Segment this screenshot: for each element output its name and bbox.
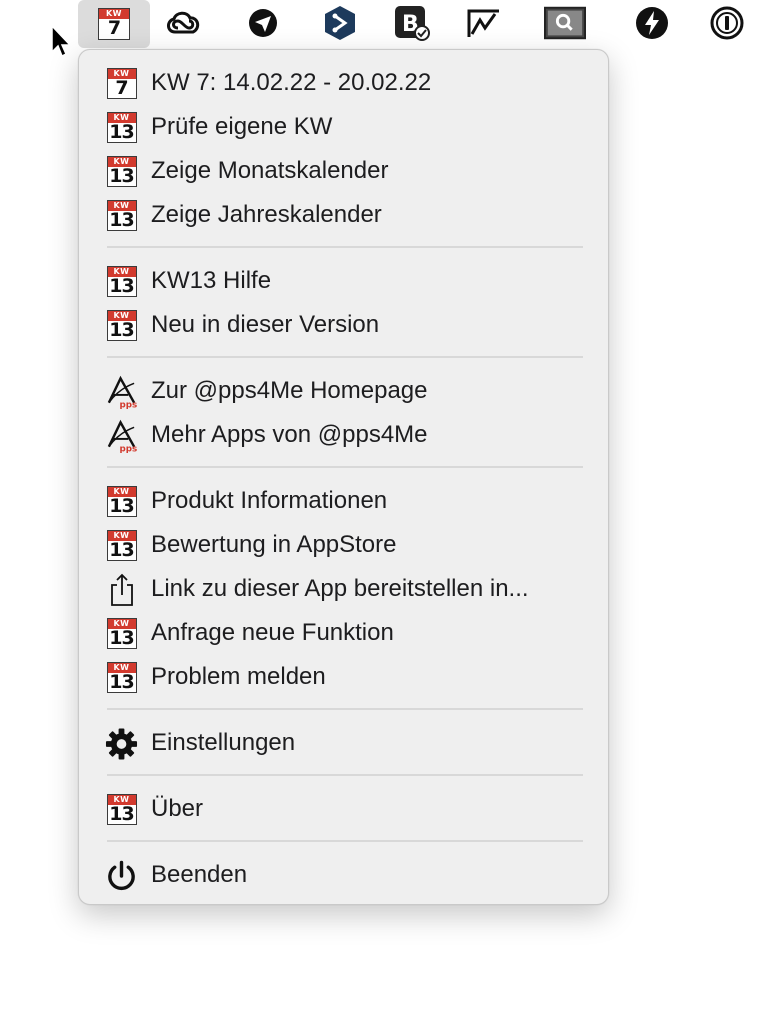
menu-item-product-info[interactable]: KW 13 Produkt Informationen — [79, 481, 608, 521]
menu-item-label: Bewertung in AppStore — [151, 531, 397, 558]
menu-item-label: Problem melden — [151, 663, 326, 690]
kw-dropdown-menu: KW 7 KW 7: 14.02.22 - 20.02.22 KW 13 Prü… — [78, 49, 609, 905]
menu-item-quit[interactable]: Beenden — [79, 855, 608, 895]
paper-plane-menubar-item[interactable] — [242, 2, 284, 44]
menu-item-whats-new[interactable]: KW 13 Neu in dieser Version — [79, 305, 608, 345]
kw13-calendar-icon: KW 13 — [106, 618, 137, 649]
kw13-calendar-icon: KW 13 — [106, 310, 137, 341]
creative-cloud-menubar-item[interactable] — [162, 2, 204, 44]
menu-item-label: Zeige Jahreskalender — [151, 201, 382, 228]
kw13-calendar-icon: KW 13 — [106, 530, 137, 561]
paper-plane-icon — [249, 9, 277, 37]
creative-cloud-icon — [167, 11, 200, 34]
share-icon — [110, 573, 133, 606]
kw13-calendar-icon: KW 13 — [106, 662, 137, 693]
menu-item-year-calendar[interactable]: KW 13 Zeige Jahreskalender — [79, 195, 608, 235]
kw-calendar-icon: KW 7 — [106, 68, 137, 99]
search-window-menubar-item[interactable] — [544, 2, 586, 44]
power-icon — [108, 860, 135, 890]
menu-item-check-own-week[interactable]: KW 13 Prüfe eigene KW — [79, 107, 608, 147]
kw-calendar-icon: KW 7 — [98, 8, 130, 40]
mouse-cursor-icon — [51, 24, 72, 58]
menu-item-label: Link zu dieser App bereitstellen in... — [151, 575, 529, 602]
kw13-calendar-icon: KW 13 — [106, 794, 137, 825]
menu-item-label: Einstellungen — [151, 729, 296, 756]
menu-item-month-calendar[interactable]: KW 13 Zeige Monatskalender — [79, 151, 608, 191]
menu-separator — [107, 708, 583, 710]
svg-text:pps: pps — [120, 444, 138, 452]
onepassword-menubar-item[interactable] — [706, 2, 748, 44]
menu-item-label: Zur @pps4Me Homepage — [151, 377, 428, 404]
menu-item-help[interactable]: KW 13 KW13 Hilfe — [79, 261, 608, 301]
kw13-calendar-icon: KW 13 — [106, 112, 137, 143]
menu-item-label: Zeige Monatskalender — [151, 157, 389, 184]
menu-item-about[interactable]: KW 13 Über — [79, 789, 608, 829]
onepassword-icon — [710, 6, 744, 40]
menu-separator — [107, 356, 583, 358]
menu-item-current-week[interactable]: KW 7 KW 7: 14.02.22 - 20.02.22 — [79, 63, 608, 103]
menu-item-feature-request[interactable]: KW 13 Anfrage neue Funktion — [79, 613, 608, 653]
kw13-calendar-icon: KW 13 — [106, 486, 137, 517]
menu-item-label: Anfrage neue Funktion — [151, 619, 394, 646]
menu-item-settings[interactable]: Einstellungen — [79, 723, 608, 763]
kw13-calendar-icon: KW 13 — [106, 156, 137, 187]
search-window-icon — [544, 6, 586, 40]
menu-item-more-apps[interactable]: pps Mehr Apps von @pps4Me — [79, 415, 608, 455]
activity-chart-icon — [467, 9, 499, 37]
apps4me-logo-icon: pps — [107, 375, 138, 409]
bbedit-icon: B — [395, 6, 430, 41]
menu-item-label: Mehr Apps von @pps4Me — [151, 421, 428, 448]
lightning-icon — [636, 7, 668, 39]
lightning-menubar-item[interactable] — [631, 2, 673, 44]
menu-item-label: KW 7: 14.02.22 - 20.02.22 — [151, 69, 432, 96]
menu-item-label: Produkt Informationen — [151, 487, 388, 514]
menu-separator — [107, 774, 583, 776]
hexagon-app-menubar-item[interactable] — [319, 2, 361, 44]
svg-text:pps: pps — [120, 400, 138, 408]
bbedit-menubar-item[interactable]: B — [391, 2, 433, 44]
menu-separator — [107, 840, 583, 842]
hexagon-app-icon — [325, 6, 355, 40]
menu-item-label: Über — [151, 795, 204, 822]
kw13-calendar-icon: KW 13 — [106, 200, 137, 231]
menu-item-report-problem[interactable]: KW 13 Problem melden — [79, 657, 608, 697]
activity-chart-menubar-item[interactable] — [463, 2, 505, 44]
menu-item-label: KW13 Hilfe — [151, 267, 272, 294]
kw-calendar-menubar-item[interactable]: KW 7 — [78, 0, 150, 48]
kw-badge-num: 7 — [107, 17, 121, 39]
gear-icon — [105, 727, 138, 760]
menu-item-label: Beenden — [151, 861, 248, 888]
apps4me-logo-icon: pps — [107, 419, 138, 453]
menu-separator — [107, 466, 583, 468]
menu-item-label: Neu in dieser Version — [151, 311, 380, 338]
kw13-calendar-icon: KW 13 — [106, 266, 137, 297]
menu-item-share-link[interactable]: Link zu dieser App bereitstellen in... — [79, 569, 608, 609]
menu-bar: KW 7 B — [0, 0, 767, 48]
menu-item-label: Prüfe eigene KW — [151, 113, 333, 140]
menu-separator — [107, 246, 583, 248]
menu-item-homepage[interactable]: pps Zur @pps4Me Homepage — [79, 371, 608, 411]
menu-item-rate-appstore[interactable]: KW 13 Bewertung in AppStore — [79, 525, 608, 565]
